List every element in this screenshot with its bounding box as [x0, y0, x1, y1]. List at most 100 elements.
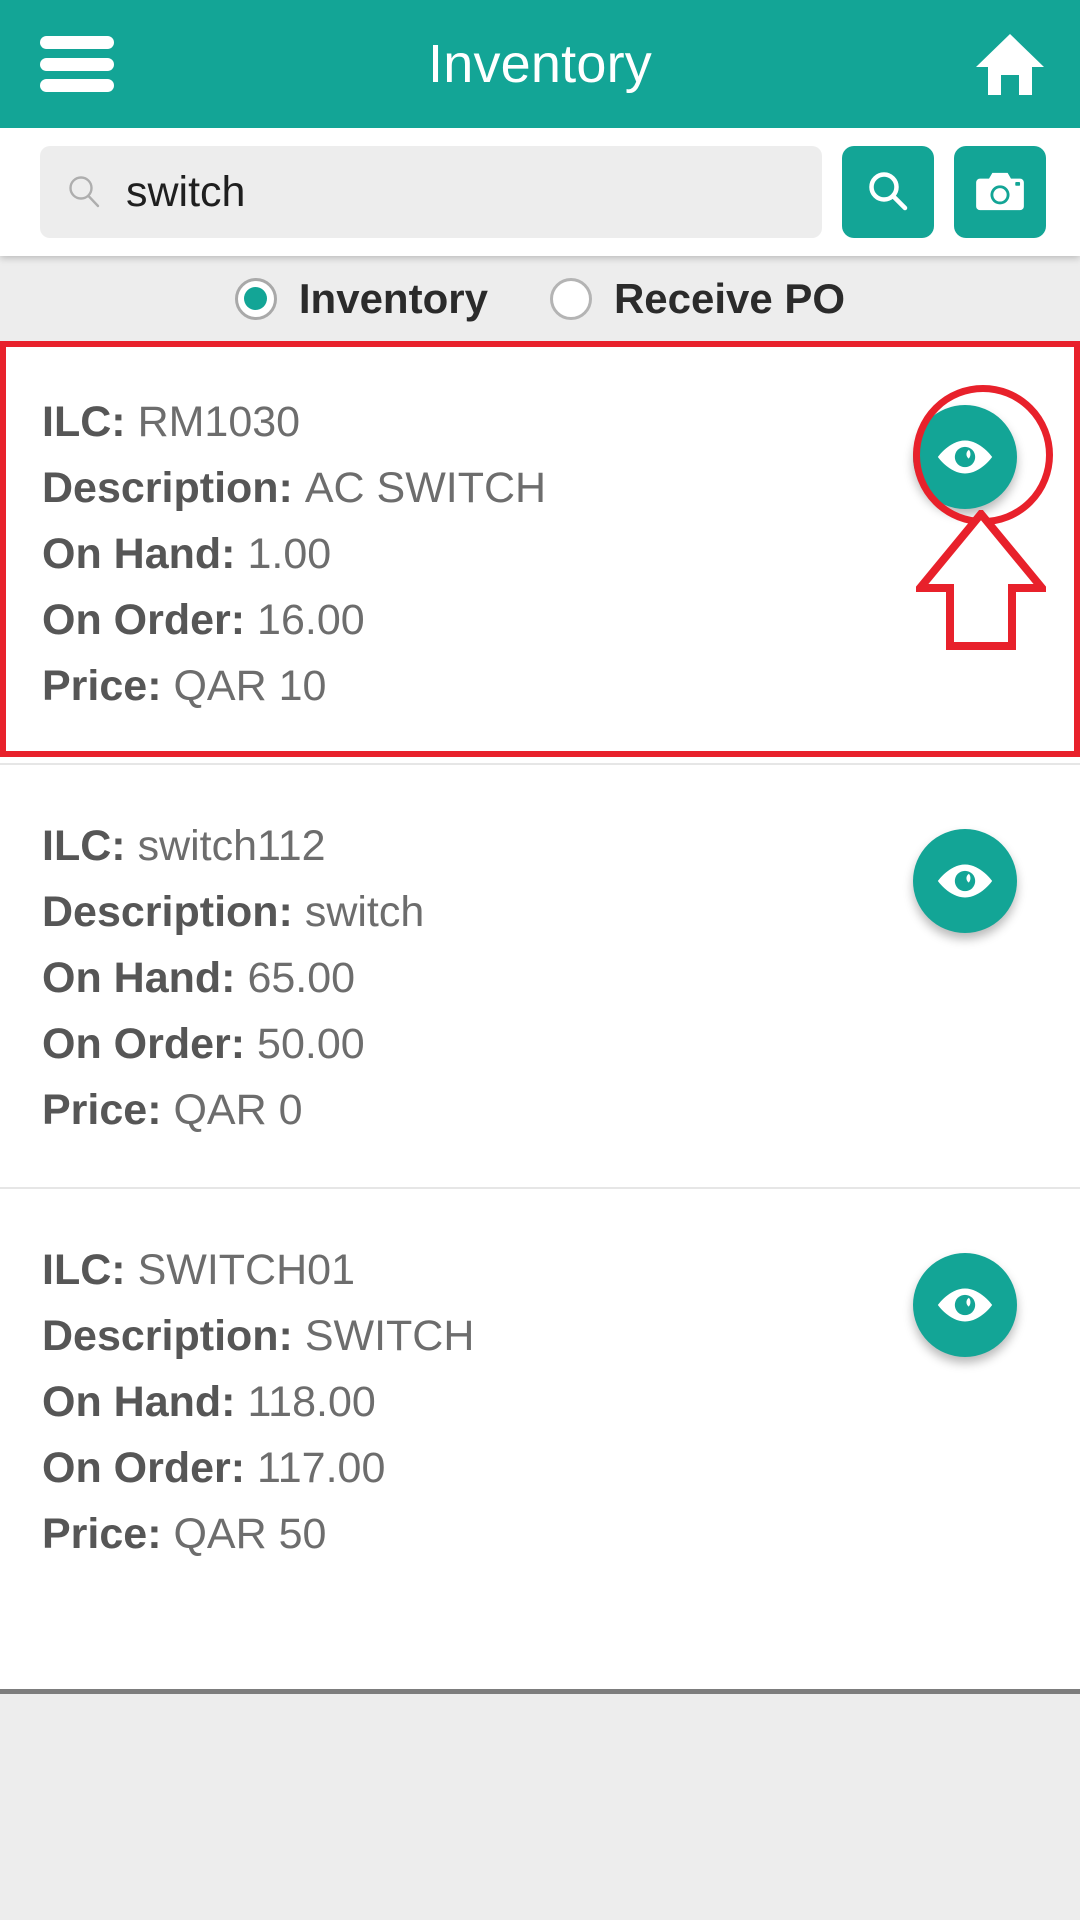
- item-on-hand-label: On Hand: [42, 1378, 222, 1426]
- field-separator: :: [111, 1246, 138, 1294]
- hamburger-bar: [40, 57, 114, 71]
- item-on-order-value: 50.00: [257, 1020, 365, 1068]
- hamburger-menu-icon[interactable]: [40, 36, 114, 92]
- list-item-action-slot: [850, 1237, 1080, 1357]
- search-icon: [869, 172, 908, 211]
- field-separator: :: [278, 1312, 305, 1360]
- item-description-value: SWITCH: [304, 1312, 475, 1360]
- search-input-value: switch: [126, 167, 246, 216]
- item-ilc-value: RM1030: [137, 398, 301, 446]
- item-ilc-value: switch112: [137, 822, 326, 870]
- field-separator: :: [278, 464, 305, 512]
- search-input[interactable]: switch: [40, 146, 822, 238]
- search-bar: switch: [0, 128, 1080, 256]
- radio-label-inventory: Inventory: [298, 274, 488, 322]
- item-on-order-row: On Order: 117.00: [42, 1435, 850, 1501]
- item-on-hand-value: 118.00: [247, 1378, 376, 1426]
- item-on-hand-row: On Hand: 1.00: [42, 521, 850, 587]
- search-button[interactable]: [842, 146, 934, 238]
- view-item-button[interactable]: [913, 405, 1017, 509]
- field-separator: :: [278, 888, 305, 936]
- item-price-label: Price: [42, 1086, 148, 1134]
- item-price-value: QAR 50: [173, 1510, 327, 1558]
- item-ilc-label: ILC: [42, 1246, 112, 1294]
- item-on-hand-value: 1.00: [247, 530, 332, 578]
- field-separator: :: [111, 398, 138, 446]
- item-price-row: Price: QAR 10: [42, 653, 850, 719]
- item-ilc-row: ILC: RM1030: [42, 389, 850, 455]
- eye-icon: [937, 864, 993, 898]
- eye-icon: [937, 440, 993, 474]
- list-item[interactable]: ILC: RM1030 Description: AC SWITCH On Ha…: [0, 341, 1080, 763]
- field-separator: :: [221, 530, 248, 578]
- item-on-hand-value: 65.00: [247, 954, 356, 1002]
- eye-icon: [937, 1288, 993, 1322]
- field-separator: :: [230, 1020, 258, 1068]
- item-on-order-row: On Order: 16.00: [42, 587, 850, 653]
- field-separator: :: [221, 954, 248, 1002]
- item-description-label: Description: [42, 888, 279, 936]
- item-on-order-row: On Order: 50.00: [42, 1011, 850, 1077]
- item-ilc-row: ILC: switch112: [42, 813, 850, 879]
- hamburger-bar: [40, 79, 114, 92]
- camera-button[interactable]: [954, 146, 1046, 238]
- field-separator: :: [230, 1444, 258, 1492]
- radio-label-receive-po: Receive PO: [613, 274, 846, 322]
- app-bar: Inventory: [0, 0, 1080, 128]
- item-price-label: Price: [42, 662, 148, 710]
- inventory-screen: Inventory switch Inventory Receive PO IL…: [0, 0, 1080, 1920]
- radio-option-inventory[interactable]: Inventory: [234, 274, 488, 323]
- view-item-button[interactable]: [913, 1253, 1017, 1357]
- item-price-label: Price: [42, 1510, 148, 1558]
- radio-dot: [244, 287, 268, 310]
- item-description-row: Description: SWITCH: [42, 1303, 850, 1369]
- item-on-hand-label: On Hand: [42, 954, 222, 1002]
- list-item[interactable]: ILC: SWITCH01 Description: SWITCH On Han…: [0, 1189, 1080, 1611]
- item-description-label: Description: [42, 1312, 279, 1360]
- search-icon: [69, 176, 100, 208]
- item-on-order-label: On Order: [42, 596, 231, 644]
- list-item-details: ILC: switch112 Description: switch On Ha…: [0, 813, 850, 1143]
- field-separator: :: [147, 1510, 174, 1558]
- home-icon[interactable]: [974, 31, 1046, 97]
- item-on-hand-row: On Hand: 118.00: [42, 1369, 850, 1435]
- item-description-row: Description: AC SWITCH: [42, 455, 850, 521]
- radio-button-receive-po[interactable]: [549, 277, 592, 320]
- item-on-order-value: 117.00: [257, 1444, 386, 1492]
- list-item[interactable]: ILC: switch112 Description: switch On Ha…: [0, 765, 1080, 1187]
- item-description-label: Description: [42, 464, 279, 512]
- view-item-button[interactable]: [913, 829, 1017, 933]
- item-price-row: Price: QAR 50: [42, 1501, 850, 1567]
- item-price-value: QAR 0: [173, 1086, 303, 1134]
- item-price-value: QAR 10: [173, 662, 327, 710]
- item-description-value: switch: [304, 888, 425, 936]
- field-separator: :: [221, 1378, 248, 1426]
- radio-button-inventory[interactable]: [234, 277, 277, 320]
- field-separator: :: [230, 596, 258, 644]
- item-on-hand-label: On Hand: [42, 530, 222, 578]
- item-ilc-label: ILC: [42, 398, 112, 446]
- hamburger-bar: [40, 36, 114, 49]
- list-item-details: ILC: SWITCH01 Description: SWITCH On Han…: [0, 1237, 850, 1567]
- mode-selector: Inventory Receive PO: [0, 256, 1080, 341]
- field-separator: :: [147, 662, 174, 710]
- field-separator: :: [147, 1086, 174, 1134]
- item-description-row: Description: switch: [42, 879, 850, 945]
- empty-area: [0, 1694, 1080, 1920]
- item-price-row: Price: QAR 0: [42, 1077, 850, 1143]
- item-ilc-value: SWITCH01: [137, 1246, 355, 1294]
- field-separator: :: [111, 822, 138, 870]
- item-on-order-label: On Order: [42, 1020, 231, 1068]
- item-ilc-row: ILC: SWITCH01: [42, 1237, 850, 1303]
- inventory-list[interactable]: ILC: RM1030 Description: AC SWITCH On Ha…: [0, 341, 1080, 1689]
- item-ilc-label: ILC: [42, 822, 112, 870]
- list-item-action-slot: [850, 389, 1080, 509]
- page-title: Inventory: [428, 34, 652, 94]
- radio-option-receive-po[interactable]: Receive PO: [549, 274, 846, 323]
- list-item-action-slot: [850, 813, 1080, 933]
- item-on-order-value: 16.00: [257, 596, 365, 644]
- item-on-hand-row: On Hand: 65.00: [42, 945, 850, 1011]
- item-on-order-label: On Order: [42, 1444, 231, 1492]
- camera-icon: [976, 172, 1024, 211]
- item-description-value: AC SWITCH: [304, 464, 547, 512]
